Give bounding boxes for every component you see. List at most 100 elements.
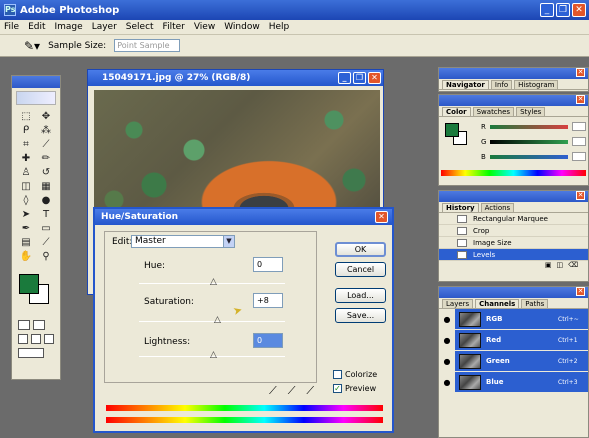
color-ramp[interactable] [441,170,586,176]
pen-tool-icon[interactable]: ✒ [18,223,34,235]
document-title-bar[interactable]: 15049171.jpg @ 27% (RGB/8) _ ❐ ✕ [88,70,383,86]
tab-actions[interactable]: Actions [480,203,515,212]
navigator-panel-header[interactable]: ✕ [439,68,588,79]
history-item[interactable]: Crop [439,225,588,237]
hue-field[interactable]: 0 [253,257,283,272]
red-channel-slider[interactable] [489,124,568,129]
history-panel-header[interactable]: ✕ [439,191,588,202]
cancel-button[interactable]: Cancel [335,262,386,277]
dodge-tool-icon[interactable]: ● [38,195,54,207]
history-brush-tool-icon[interactable]: ↺ [38,167,54,179]
channels-panel-header[interactable]: ✕ [439,287,588,298]
shape-tool-icon[interactable]: ▭ [38,223,54,235]
history-item-selected[interactable]: Levels [439,249,588,261]
ok-button[interactable]: OK [335,242,386,257]
path-selection-tool-icon[interactable]: ➤ [18,209,34,221]
saturation-slider-thumb[interactable]: △ [214,316,221,325]
chevron-down-icon[interactable]: ▼ [223,236,234,247]
clone-stamp-tool-icon[interactable]: ♙ [18,167,34,179]
standard-mode-icon[interactable] [18,320,30,330]
lightness-field[interactable]: 0 [253,333,283,348]
new-document-icon[interactable]: ▣ [545,261,552,271]
dialog-close-button[interactable]: ✕ [375,211,388,223]
channel-row[interactable]: ● Red Ctrl+1 [439,330,588,351]
add-to-sample-eyedropper-icon[interactable]: ⟋ [288,384,296,398]
lasso-tool-icon[interactable]: ᑭ [18,125,34,137]
full-screen-icon[interactable] [44,334,54,344]
blue-channel-slider[interactable] [489,154,568,159]
zoom-tool-icon[interactable]: ⚲ [38,251,54,263]
color-close-icon[interactable]: ✕ [576,95,585,104]
eyedropper-tool-button-icon[interactable]: ⟋ [38,237,54,249]
menu-file[interactable]: File [4,22,19,32]
color-panel-header[interactable]: ✕ [439,95,588,106]
history-item[interactable]: Image Size [439,237,588,249]
menu-view[interactable]: View [194,22,215,32]
doc-close-button[interactable]: ✕ [368,72,381,84]
tab-color[interactable]: Color [442,107,471,116]
brush-tool-icon[interactable]: ✏ [38,153,54,165]
tab-navigator[interactable]: Navigator [442,80,489,89]
eyedropper-icon[interactable]: ⟋ [269,384,277,398]
marquee-tool-icon[interactable]: ⬚ [18,111,34,123]
trash-icon[interactable]: ⌫ [568,261,578,271]
type-tool-icon[interactable]: T [38,209,54,221]
menu-window[interactable]: Window [224,22,260,32]
notes-tool-icon[interactable]: ▤ [18,237,34,249]
edit-select[interactable]: Master ▼ [131,235,235,248]
save-button[interactable]: Save... [335,308,386,323]
hue-slider-thumb[interactable]: △ [210,278,217,287]
channel-row[interactable]: ● Blue Ctrl+3 [439,372,588,393]
quick-mask-mode-icon[interactable] [33,320,45,330]
menu-layer[interactable]: Layer [92,22,117,32]
tab-paths[interactable]: Paths [521,299,549,308]
green-channel-slider[interactable] [490,139,569,144]
load-button[interactable]: Load... [335,288,386,303]
preview-checkbox-box[interactable]: ✓ [333,384,342,393]
eye-icon[interactable]: ● [439,372,455,392]
menu-help[interactable]: Help [269,22,290,32]
color-panel-foreground-swatch[interactable] [445,123,459,137]
toolbox-header[interactable] [12,76,60,88]
minimize-button[interactable]: _ [540,3,554,17]
history-item[interactable]: Rectangular Marquee [439,213,588,225]
dialog-title-bar[interactable]: Hue/Saturation ✕ [95,209,392,225]
adobe-online-icon[interactable] [16,91,56,105]
saturation-field[interactable]: +8 [253,293,283,308]
slice-tool-icon[interactable]: ⟋ [38,139,54,151]
colorize-checkbox[interactable]: Colorize [333,370,377,379]
saturation-slider-track[interactable] [139,321,285,322]
close-button[interactable]: ✕ [572,3,586,17]
restore-button[interactable]: ❐ [556,3,570,17]
tab-layers[interactable]: Layers [442,299,474,308]
history-close-icon[interactable]: ✕ [576,191,585,200]
crop-tool-icon[interactable]: ⌗ [18,139,34,151]
eye-icon[interactable]: ● [439,309,455,329]
tab-swatches[interactable]: Swatches [472,107,515,116]
jump-to-imageready-icon[interactable] [18,348,44,358]
new-snapshot-icon[interactable]: ◫ [556,261,563,271]
channel-row[interactable]: ● RGB Ctrl+~ [439,309,588,330]
tab-styles[interactable]: Styles [516,107,546,116]
tab-histogram[interactable]: Histogram [514,80,559,89]
eraser-tool-icon[interactable]: ◫ [18,181,34,193]
eyedropper-tool-icon[interactable]: ✎▾ [24,39,40,53]
eye-icon[interactable]: ● [439,330,455,350]
sample-size-select[interactable]: Point Sample [114,39,181,52]
full-screen-menu-icon[interactable] [31,334,41,344]
eye-icon[interactable]: ● [439,351,455,371]
magic-wand-tool-icon[interactable]: ⁂ [38,125,54,137]
channels-close-icon[interactable]: ✕ [576,287,585,296]
subtract-from-sample-eyedropper-icon[interactable]: ⟋ [306,384,314,398]
green-channel-field[interactable] [572,137,587,146]
tab-channels[interactable]: Channels [475,299,520,308]
standard-screen-icon[interactable] [18,334,28,344]
move-tool-icon[interactable]: ✥ [38,111,54,123]
blur-tool-icon[interactable]: ◊ [18,195,34,207]
lightness-slider-thumb[interactable]: △ [210,351,217,360]
hand-tool-icon[interactable]: ✋ [18,251,34,263]
doc-maximize-button[interactable]: ❐ [353,72,366,84]
menu-edit[interactable]: Edit [28,22,45,32]
gradient-tool-icon[interactable]: ▦ [38,181,54,193]
tab-history[interactable]: History [442,203,479,212]
